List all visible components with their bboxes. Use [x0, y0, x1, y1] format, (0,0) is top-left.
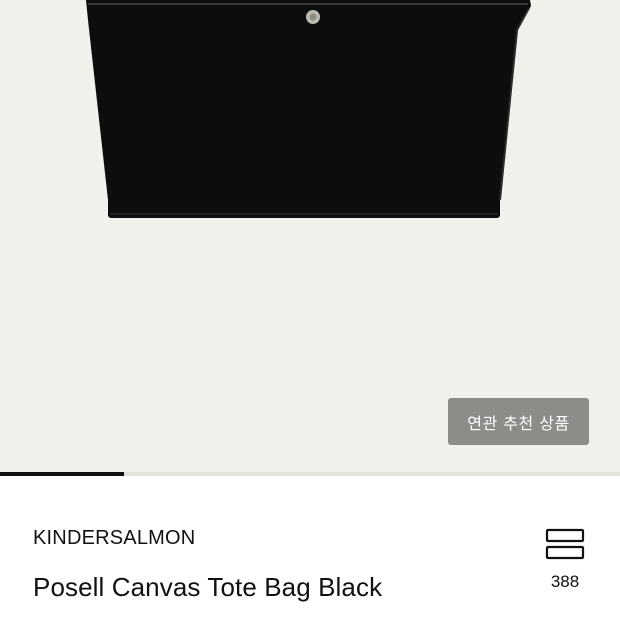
gallery-progress-bar	[0, 472, 620, 476]
brand-name[interactable]: KINDERSALMON	[33, 527, 195, 550]
product-image-gallery[interactable]: 연관 추천 상품	[0, 0, 620, 472]
product-title: Posell Canvas Tote Bag Black	[33, 572, 383, 602]
tote-bag-body	[86, 0, 531, 218]
save-button[interactable]: 388	[540, 528, 590, 598]
related-products-button[interactable]: 연관 추천 상품	[448, 398, 589, 445]
stack-icon	[545, 528, 585, 560]
gallery-progress-fill	[0, 472, 124, 476]
save-count: 388	[550, 572, 580, 591]
